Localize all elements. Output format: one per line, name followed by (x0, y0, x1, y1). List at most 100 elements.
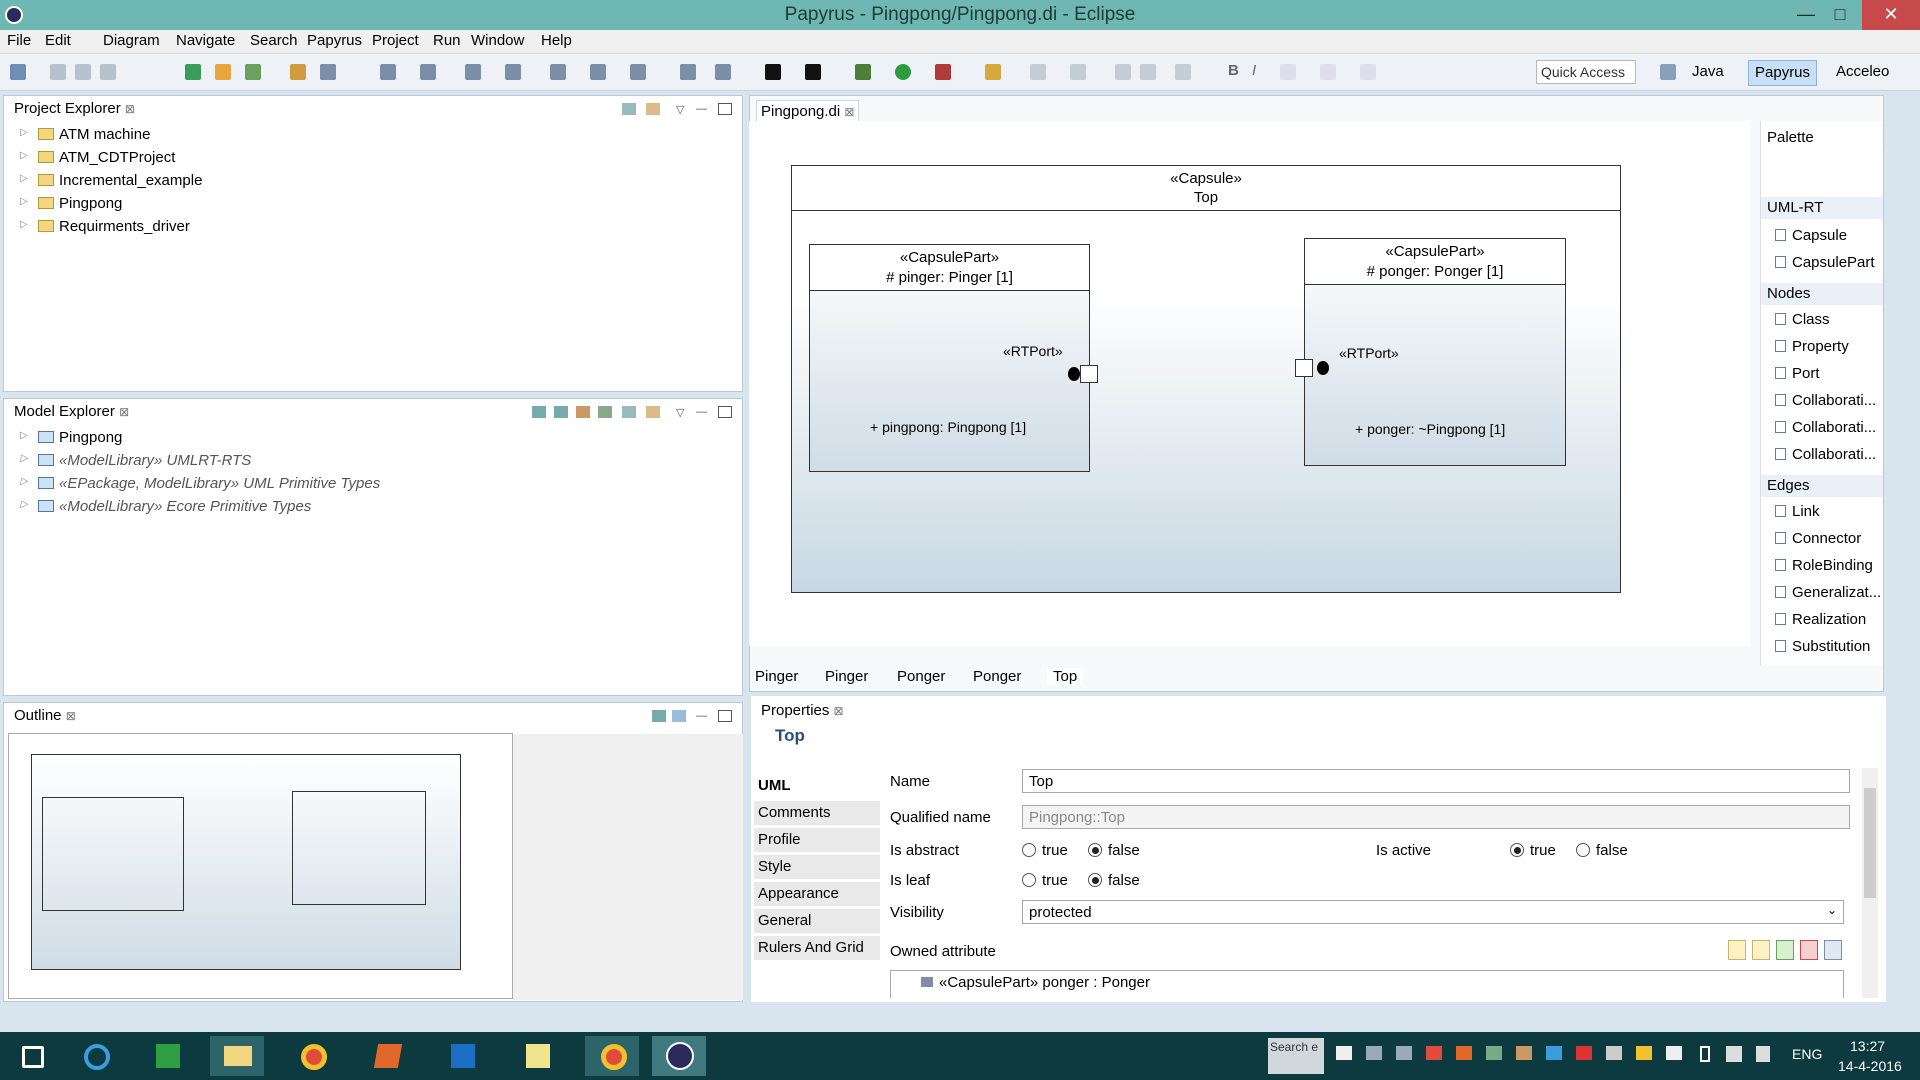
align-icon[interactable] (465, 64, 481, 80)
open-perspective-icon[interactable] (1660, 64, 1676, 80)
name-field[interactable]: Top (1022, 769, 1850, 793)
grid-icon[interactable] (715, 64, 731, 80)
capsule-part-pinger[interactable]: «CapsulePart» # pinger: Pinger [1] «RTPo… (809, 244, 1098, 472)
close-icon[interactable]: ⊠ (834, 704, 844, 718)
expand-icon[interactable]: ▷ (20, 196, 28, 207)
tree-icon[interactable] (554, 406, 568, 418)
tree-item[interactable]: ▷ Incremental_example (20, 172, 202, 189)
tab-outline[interactable]: Outline ⊠ (10, 705, 80, 726)
tree-item[interactable]: ▷ ATM machine (20, 126, 150, 143)
tab-diagram[interactable]: Pinger (755, 668, 798, 685)
collapse-all-icon[interactable] (622, 103, 636, 115)
leaf-false-radio[interactable]: false (1088, 872, 1140, 889)
menu-papyrus[interactable]: Papyrus (307, 32, 362, 49)
palette-item[interactable]: Port (1775, 365, 1820, 382)
category-comments[interactable]: Comments (754, 801, 880, 825)
close-button[interactable]: ✕ (1862, 0, 1920, 30)
capsule-part-ponger[interactable]: «CapsulePart» # ponger: Ponger [1] «RTPo… (1295, 238, 1566, 466)
ie-icon[interactable] (70, 1036, 124, 1076)
print-icon[interactable] (100, 64, 116, 80)
palette-item[interactable]: CapsulePart (1775, 254, 1875, 271)
palette-item[interactable]: Class (1775, 311, 1830, 328)
move-down-icon[interactable] (1752, 940, 1770, 960)
menu-navigate[interactable]: Navigate (176, 32, 235, 49)
package-icon[interactable] (215, 64, 231, 80)
store-icon[interactable] (140, 1036, 194, 1076)
clock-date[interactable]: 14-4-2016 (1838, 1058, 1902, 1074)
close-icon[interactable]: ⊠ (119, 405, 129, 419)
expand-icon[interactable]: ▷ (20, 173, 28, 184)
palette-item[interactable]: Collaborati... (1775, 392, 1876, 409)
rtport[interactable] (1080, 365, 1098, 383)
undo-icon[interactable] (245, 64, 261, 80)
active-true-radio[interactable]: true (1510, 842, 1556, 859)
collapse-all-icon[interactable] (622, 406, 636, 418)
tree-view-icon[interactable] (652, 710, 666, 722)
next-annotation-icon[interactable] (1070, 64, 1086, 80)
palette-item[interactable]: Link (1775, 503, 1820, 520)
select-icon[interactable] (380, 64, 396, 80)
category-rulers-grid[interactable]: Rulers And Grid (754, 936, 880, 960)
battery-icon[interactable] (1700, 1046, 1710, 1062)
size-icon[interactable] (630, 64, 646, 80)
palette-item[interactable]: Capsule (1775, 227, 1847, 244)
palette-item[interactable]: Collaborati... (1775, 446, 1876, 463)
save-icon[interactable] (50, 64, 66, 80)
start-button[interactable] (8, 1036, 62, 1076)
perspective-java[interactable]: Java (1686, 60, 1730, 86)
tray-icon[interactable] (1456, 1046, 1472, 1060)
matlab-icon[interactable] (360, 1036, 414, 1076)
close-icon[interactable]: ⊠ (66, 709, 76, 723)
italic-button[interactable]: I (1252, 62, 1256, 79)
font-color-icon[interactable] (1280, 64, 1296, 80)
abstract-false-radio[interactable]: false (1088, 842, 1140, 859)
move-up-icon[interactable] (1728, 940, 1746, 960)
tree-item[interactable]: ▷ ATM_CDTProject (20, 149, 175, 166)
save-all-icon[interactable] (75, 64, 91, 80)
menu-file[interactable]: File (7, 32, 31, 49)
tab-diagram[interactable]: Pinger (825, 668, 868, 685)
outline-canvas[interactable] (8, 733, 743, 1000)
maximize-view-icon[interactable] (718, 406, 732, 418)
tab-model-explorer[interactable]: Model Explorer ⊠ (10, 401, 133, 422)
tray-icon[interactable] (1576, 1046, 1592, 1060)
window-icon[interactable] (805, 64, 821, 80)
cloud-icon[interactable] (1336, 1046, 1352, 1060)
view-menu-icon[interactable]: ▽ (676, 103, 690, 116)
sticky-notes-icon[interactable] (510, 1036, 564, 1076)
tray-icon[interactable] (1606, 1046, 1622, 1060)
filter-icon[interactable] (576, 406, 590, 418)
zoom-icon[interactable] (680, 64, 696, 80)
connector-icon[interactable] (590, 64, 606, 80)
link-editor-icon[interactable] (646, 103, 660, 115)
layout-icon[interactable] (420, 64, 436, 80)
owned-attribute-list[interactable]: «CapsulePart» ponger : Ponger (890, 970, 1844, 998)
chrome-icon[interactable] (285, 1036, 339, 1076)
distribute-icon[interactable] (505, 64, 521, 80)
search-box[interactable]: Search e (1268, 1038, 1324, 1074)
view-icon[interactable] (765, 64, 781, 80)
tree-item[interactable]: ▷ Pingpong (20, 195, 122, 212)
expand-icon[interactable]: ▷ (20, 453, 28, 464)
expand-icon[interactable]: ▷ (20, 127, 28, 138)
tree-item[interactable]: ▷ «ModelLibrary» Ecore Primitive Types (20, 498, 311, 515)
leaf-true-radio[interactable]: true (1022, 872, 1068, 889)
expand-icon[interactable]: ▷ (20, 150, 28, 161)
rtport[interactable] (1295, 359, 1313, 377)
menu-run[interactable]: Run (433, 32, 461, 49)
perspective-papyrus[interactable]: Papyrus (1748, 60, 1818, 86)
minimize-view-icon[interactable]: — (696, 710, 710, 722)
maximize-button[interactable]: □ (1818, 0, 1862, 30)
external-tools-icon[interactable] (935, 64, 951, 80)
link-editor-icon[interactable] (646, 406, 660, 418)
palette-group-nodes[interactable]: Nodes (1761, 283, 1883, 305)
forward-icon[interactable] (1140, 64, 1156, 80)
tab-pingpong-di[interactable]: Pingpong.di ⊠ (756, 100, 860, 122)
menu-window[interactable]: Window (471, 32, 524, 49)
palette-item[interactable]: Property (1775, 338, 1849, 355)
minimize-view-icon[interactable]: — (696, 406, 710, 418)
flag-icon[interactable] (1666, 1046, 1682, 1060)
volume-icon[interactable] (1756, 1046, 1770, 1062)
quick-access-input[interactable]: Quick Access (1536, 60, 1636, 84)
menu-help[interactable]: Help (541, 32, 572, 49)
